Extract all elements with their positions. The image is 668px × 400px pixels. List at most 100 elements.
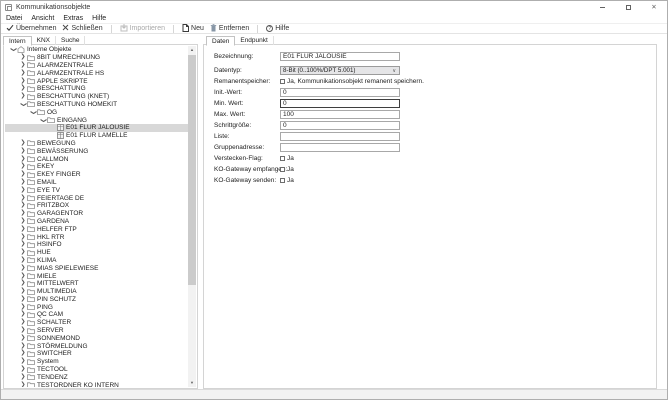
scroll-up-icon[interactable]: ▲: [188, 46, 196, 54]
schrittgroesse-input[interactable]: [280, 121, 400, 130]
chevron-right-icon[interactable]: ❯: [19, 335, 27, 342]
tree-item-stormeldung[interactable]: ❯STÖRMELDUNG: [5, 342, 188, 350]
chevron-right-icon[interactable]: ❯: [19, 226, 27, 233]
chevron-right-icon[interactable]: ❯: [19, 202, 27, 209]
scrollbar-thumb[interactable]: [188, 55, 196, 285]
tree-item-eye-tv[interactable]: ❯EYE TV: [5, 186, 188, 194]
close-button[interactable]: ✕: [641, 1, 667, 13]
tree-item-klima[interactable]: ❯KLIMA: [5, 257, 188, 265]
tree-item-apple-skripte[interactable]: ❯APPLE SKRIPTE: [5, 77, 188, 85]
tab-knx[interactable]: KNX: [32, 36, 56, 45]
tab-daten[interactable]: Daten: [206, 36, 235, 46]
chevron-right-icon[interactable]: ❯: [19, 311, 27, 318]
chevron-down-icon[interactable]: ❯: [39, 117, 47, 124]
tree-item-bewegung[interactable]: ❯BEWEGUNG: [5, 140, 188, 148]
tree-item-ping[interactable]: ❯PING: [5, 303, 188, 311]
menu-item-extras[interactable]: Extras: [63, 15, 83, 22]
neu-button[interactable]: Neu: [182, 24, 204, 34]
tree-item-server[interactable]: ❯SERVER: [5, 327, 188, 335]
tree-item-sonnemond[interactable]: ❯SONNEMOND: [5, 334, 188, 342]
remanentspeicher-checkbox[interactable]: [280, 79, 285, 84]
tree-item-e01-flur-jalousie[interactable]: E01 FLUR JALOUSIE: [5, 124, 188, 132]
chevron-right-icon[interactable]: ❯: [19, 382, 27, 387]
tree-item-multimedia[interactable]: ❯MULTIMEDIA: [5, 288, 188, 296]
tree-item-schalter[interactable]: ❯SCHALTER: [5, 319, 188, 327]
tree-item-fritzbox[interactable]: ❯FRITZBOX: [5, 202, 188, 210]
chevron-right-icon[interactable]: ❯: [19, 234, 27, 241]
chevron-right-icon[interactable]: ❯: [19, 296, 27, 303]
tree-item-gardena[interactable]: ❯GARDENA: [5, 218, 188, 226]
tree-item-mias-spielewiese[interactable]: ❯MIAS SPIELEWIESE: [5, 264, 188, 272]
chevron-right-icon[interactable]: ❯: [19, 273, 27, 280]
tree-item-system[interactable]: ❯System: [5, 358, 188, 366]
chevron-right-icon[interactable]: ❯: [19, 163, 27, 170]
tree-item-callmon[interactable]: ❯CALLMON: [5, 155, 188, 163]
chevron-down-icon[interactable]: ❯: [19, 101, 27, 108]
tree-item-tectool[interactable]: ❯TECTOOL: [5, 366, 188, 374]
chevron-right-icon[interactable]: ❯: [19, 358, 27, 365]
chevron-right-icon[interactable]: ❯: [19, 280, 27, 287]
ko-gateway-senden-checkbox[interactable]: [280, 178, 285, 183]
schliessen-button[interactable]: Schließen: [62, 24, 102, 33]
chevron-right-icon[interactable]: ❯: [19, 171, 27, 178]
chevron-right-icon[interactable]: ❯: [19, 304, 27, 311]
tree-item-alarmzentrale[interactable]: ❯ALARMZENTRALE: [5, 62, 188, 70]
chevron-right-icon[interactable]: ❯: [19, 249, 27, 256]
datentyp-select[interactable]: 8-Bit (0..100%/DPT 5.001)∨: [280, 66, 400, 75]
hilfe-button[interactable]: ?Hilfe: [266, 25, 289, 32]
tree-item-e01-flur-lamelle[interactable]: E01 FLUR LAMELLE: [5, 132, 188, 140]
tree-item-pin-schutz[interactable]: ❯PIN SCHUTZ: [5, 296, 188, 304]
tree-item-beschattung-knet[interactable]: ❯BESCHATTUNG (KNET): [5, 93, 188, 101]
tree-item-switcher[interactable]: ❯SWITCHER: [5, 350, 188, 358]
tree-item-email[interactable]: ❯EMAIL: [5, 179, 188, 187]
entfernen-button[interactable]: Entfernen: [210, 24, 249, 34]
tree-item-qc-cam[interactable]: ❯QC CAM: [5, 311, 188, 319]
chevron-right-icon[interactable]: ❯: [19, 218, 27, 225]
tree-item-ekey-finger[interactable]: ❯EKEY FINGER: [5, 171, 188, 179]
tree-item-garagentor[interactable]: ❯GARAGENTOR: [5, 210, 188, 218]
chevron-right-icon[interactable]: ❯: [19, 148, 27, 155]
chevron-down-icon[interactable]: ❯: [9, 46, 17, 53]
chevron-right-icon[interactable]: ❯: [19, 85, 27, 92]
chevron-right-icon[interactable]: ❯: [19, 374, 27, 381]
chevron-right-icon[interactable]: ❯: [19, 70, 27, 77]
tree-item-ekey[interactable]: ❯EKEY: [5, 163, 188, 171]
tree-item-bewasserung[interactable]: ❯BEWÄSSERUNG: [5, 147, 188, 155]
init-wert-input[interactable]: [280, 88, 400, 97]
tree-item-eingang[interactable]: ❯EINGANG: [5, 116, 188, 124]
tree-scrollbar[interactable]: ▲ ▼: [188, 46, 196, 387]
chevron-down-icon[interactable]: ❯: [29, 109, 37, 116]
gruppenadresse-input[interactable]: [280, 143, 400, 152]
chevron-right-icon[interactable]: ❯: [19, 257, 27, 264]
uebernehmen-button[interactable]: Übernehmen: [6, 24, 56, 34]
scroll-down-icon[interactable]: ▼: [188, 379, 196, 387]
tree-item-8bit-umrechnung[interactable]: ❯8BIT UMRECHNUNG: [5, 54, 188, 62]
chevron-right-icon[interactable]: ❯: [19, 156, 27, 163]
chevron-right-icon[interactable]: ❯: [19, 327, 27, 334]
tree-item-miele[interactable]: ❯MIELE: [5, 272, 188, 280]
chevron-right-icon[interactable]: ❯: [19, 288, 27, 295]
chevron-right-icon[interactable]: ❯: [19, 210, 27, 217]
min-wert-input[interactable]: [280, 99, 400, 108]
tree-item-beschattung[interactable]: ❯BESCHATTUNG: [5, 85, 188, 93]
tree-item-alarmzentrale-hs[interactable]: ❯ALARMZENTRALE HS: [5, 69, 188, 77]
chevron-right-icon[interactable]: ❯: [19, 343, 27, 350]
chevron-right-icon[interactable]: ❯: [19, 78, 27, 85]
chevron-right-icon[interactable]: ❯: [19, 54, 27, 61]
tree-item-hsinfo[interactable]: ❯HSINFO: [5, 241, 188, 249]
chevron-right-icon[interactable]: ❯: [19, 319, 27, 326]
chevron-right-icon[interactable]: ❯: [19, 62, 27, 69]
verstecken-flag-checkbox[interactable]: [280, 156, 285, 161]
tree-item-beschattung-homekit[interactable]: ❯BESCHATTUNG HOMEKIT: [5, 101, 188, 109]
ko-gateway-empfangen-checkbox[interactable]: [280, 167, 285, 172]
tree-item-hue[interactable]: ❯HUE: [5, 249, 188, 257]
tree-item-testordner-ko-intern[interactable]: ❯TESTORDNER KO INTERN: [5, 381, 188, 387]
liste-input[interactable]: [280, 132, 400, 141]
tree-item-og[interactable]: ❯OG: [5, 108, 188, 116]
tab-suche[interactable]: Suche: [56, 36, 85, 45]
menu-item-datei[interactable]: Datei: [6, 15, 22, 22]
tab-endpunkt[interactable]: Endpunkt: [235, 36, 273, 45]
menu-item-ansicht[interactable]: Ansicht: [31, 15, 54, 22]
tree-item-hkl-rtr[interactable]: ❯HKL RTR: [5, 233, 188, 241]
chevron-right-icon[interactable]: ❯: [19, 179, 27, 186]
